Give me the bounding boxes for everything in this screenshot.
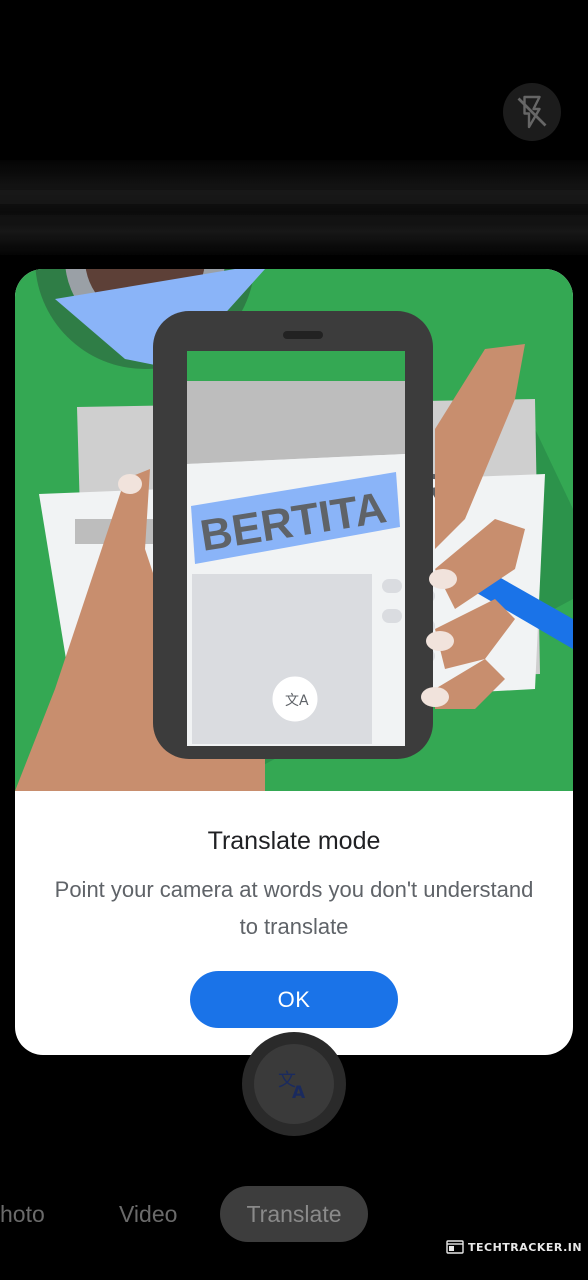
flash-toggle-button[interactable] [503,83,561,141]
svg-text:文A: 文A [285,693,309,709]
shutter-button[interactable]: 文 A [242,1032,346,1136]
flash-off-icon [517,95,547,129]
dialog-body: Point your camera at words you don't und… [54,877,534,939]
browser-window-icon [446,1240,464,1254]
camera-mode-bar: hoto Video Translate [0,1186,588,1242]
translate-illustration: R BERTITA 文A [15,269,573,791]
svg-text:A: A [292,1083,306,1102]
translate-mode-dialog: R BERTITA 文A Translate mode P [15,269,573,1055]
mode-translate[interactable]: Translate [220,1186,368,1242]
translate-icon: 文 A [278,1070,306,1102]
mode-photo[interactable]: hoto [0,1186,45,1242]
watermark: TECHTRACKER.IN [446,1238,582,1256]
dialog-title: Translate mode [207,827,381,855]
ok-button[interactable]: OK [190,971,398,1028]
watermark-text: TECHTRACKER.IN [468,1240,583,1254]
mode-video[interactable]: Video [119,1186,177,1242]
camera-preview-blur [0,160,588,255]
